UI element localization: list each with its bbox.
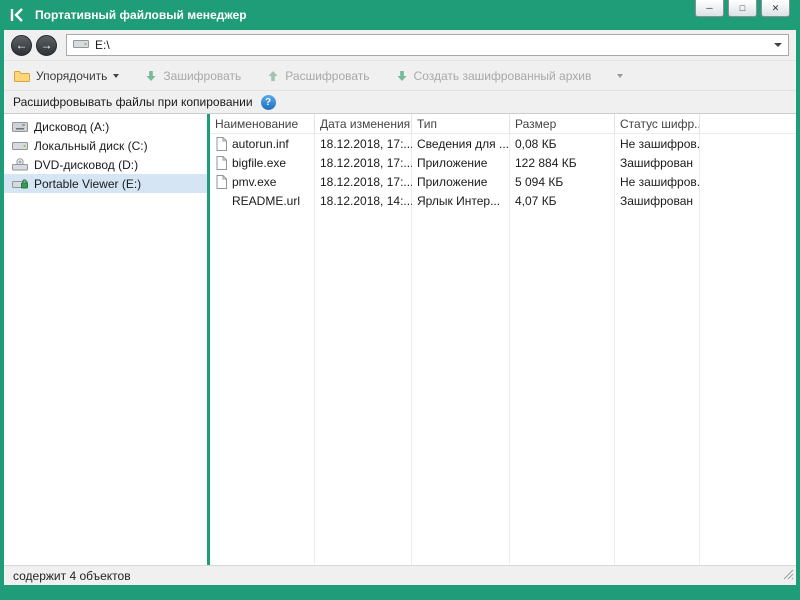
file-type: Приложение [412, 156, 510, 170]
maximize-button[interactable]: □ [728, 0, 757, 17]
address-bar[interactable]: E:\ [66, 34, 789, 56]
close-button[interactable]: ✕ [761, 0, 790, 17]
file-name: autorun.inf [232, 137, 289, 151]
decrypt-button[interactable]: Расшифровать [263, 66, 373, 86]
file-row[interactable]: pmv.exe 18.12.2018, 17:... Приложение 5 … [210, 172, 796, 191]
file-size: 0,08 КБ [510, 137, 615, 151]
file-icon [216, 175, 227, 189]
file-size: 5 094 КБ [510, 175, 615, 189]
file-icon [216, 137, 227, 151]
decrypt-on-copy-label: Расшифровывать файлы при копировании [13, 95, 253, 109]
window-title: Портативный файловый менеджер [35, 8, 247, 22]
hard-drive-icon [11, 140, 28, 152]
file-icon [216, 156, 227, 170]
file-row[interactable]: bigfile.exe 18.12.2018, 17:... Приложени… [210, 153, 796, 172]
file-size: 122 884 КБ [510, 156, 615, 170]
info-icon[interactable]: ? [261, 95, 276, 110]
resize-grip-icon[interactable] [782, 568, 794, 583]
status-bar: содержит 4 объектов [4, 565, 796, 585]
title-bar: Портативный файловый менеджер ─ □ ✕ [0, 0, 800, 30]
decrypt-arrow-icon [267, 70, 279, 82]
file-date: 18.12.2018, 17:... [315, 137, 412, 151]
back-button[interactable]: ← [11, 35, 32, 56]
file-name: README.url [232, 194, 300, 208]
folder-icon [14, 70, 30, 82]
navigation-bar: ← → E:\ [4, 30, 796, 60]
encrypted-drive-icon [11, 177, 28, 190]
file-list: Наименование Дата изменения Тип Размер С… [210, 114, 796, 565]
address-dropdown-arrow[interactable] [774, 43, 782, 47]
status-text: содержит 4 объектов [13, 569, 131, 583]
encrypt-arrow-icon [145, 70, 157, 82]
file-encryption-status: Не зашифров... [615, 175, 700, 189]
address-text: E:\ [95, 38, 768, 52]
file-date: 18.12.2018, 17:... [315, 156, 412, 170]
organize-button[interactable]: Упорядочить [10, 66, 123, 86]
file-size: 4,07 КБ [510, 194, 615, 208]
dvd-drive-icon [11, 158, 28, 171]
sidebar-item-drive-e[interactable]: Portable Viewer (E:) [4, 174, 207, 193]
file-type: Ярлык Интер... [412, 194, 510, 208]
file-date: 18.12.2018, 14:... [315, 194, 412, 208]
file-encryption-status: Зашифрован [615, 156, 700, 170]
encrypt-button[interactable]: Зашифровать [141, 66, 245, 86]
window-controls: ─ □ ✕ [695, 0, 790, 17]
create-encrypted-archive-button[interactable]: Создать зашифрованный архив [392, 66, 628, 86]
content-area: Дисковод (A:) Локальный диск (C:) DVD-ди… [4, 114, 796, 565]
drive-icon [73, 38, 89, 53]
app-window: Портативный файловый менеджер ─ □ ✕ ← → … [0, 0, 800, 600]
minimize-button[interactable]: ─ [695, 0, 724, 17]
forward-button[interactable]: → [36, 35, 57, 56]
column-header-filler [700, 114, 796, 133]
column-header-type[interactable]: Тип [412, 114, 510, 133]
sidebar-item-drive-a[interactable]: Дисковод (A:) [4, 117, 207, 136]
file-list-body: autorun.inf 18.12.2018, 17:... Сведения … [210, 134, 796, 565]
file-row[interactable]: autorun.inf 18.12.2018, 17:... Сведения … [210, 134, 796, 153]
file-icon [216, 194, 227, 208]
column-header-date[interactable]: Дата изменения [315, 114, 412, 133]
drive-tree: Дисковод (A:) Локальный диск (C:) DVD-ди… [4, 114, 207, 565]
file-encryption-status: Не зашифров... [615, 137, 700, 151]
sidebar-item-drive-c[interactable]: Локальный диск (C:) [4, 136, 207, 155]
file-name: pmv.exe [232, 175, 276, 189]
options-bar: Расшифровывать файлы при копировании ? [4, 90, 796, 114]
column-header-size[interactable]: Размер [510, 114, 615, 133]
file-encryption-status: Зашифрован [615, 194, 700, 208]
app-frame: ← → E:\ Упорядочить [4, 30, 796, 585]
file-type: Сведения для ... [412, 137, 510, 151]
toolbar: Упорядочить Зашифровать Расшифровать [4, 60, 796, 90]
file-type: Приложение [412, 175, 510, 189]
file-row[interactable]: README.url 18.12.2018, 14:... Ярлык Инте… [210, 191, 796, 210]
kaspersky-logo-icon [9, 7, 27, 23]
column-header-name[interactable]: Наименование [210, 114, 315, 133]
organize-dropdown-arrow [113, 74, 119, 78]
archive-dropdown-arrow [617, 74, 623, 78]
sidebar-item-drive-d[interactable]: DVD-дисковод (D:) [4, 155, 207, 174]
file-list-header: Наименование Дата изменения Тип Размер С… [210, 114, 796, 134]
floppy-drive-icon [11, 121, 28, 133]
file-name: bigfile.exe [232, 156, 286, 170]
archive-arrow-icon [396, 70, 408, 82]
column-header-status[interactable]: Статус шифр... [615, 114, 700, 133]
file-date: 18.12.2018, 17:... [315, 175, 412, 189]
